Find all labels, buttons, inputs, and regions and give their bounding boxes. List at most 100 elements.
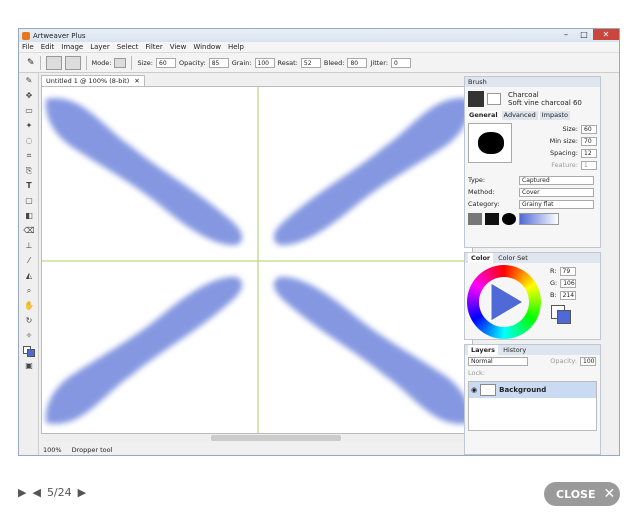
stroke-bottom-right — [273, 276, 471, 424]
brush-spacing-input[interactable]: 12 — [581, 148, 597, 158]
method-select[interactable]: Cover — [519, 187, 594, 197]
color-swatch-icon[interactable] — [22, 345, 36, 357]
gradient-preview[interactable] — [519, 213, 559, 225]
category-label: Category: — [468, 200, 500, 208]
resat-input[interactable]: 52 — [300, 57, 321, 68]
menu-image[interactable]: Image — [61, 43, 83, 51]
shape-tool-icon[interactable]: ▢ — [22, 195, 36, 207]
slideshow-nav: ▶ ◀ 5/24 ▶ — [18, 486, 86, 499]
document-tab[interactable]: Untitled 1 @ 100% (8-bit) ✕ — [41, 75, 145, 86]
nozzle-icon[interactable] — [502, 213, 516, 225]
brush-preview-icon[interactable] — [468, 91, 484, 107]
eye-icon[interactable]: ◉ — [471, 386, 477, 394]
bucket-tool-icon[interactable]: ◭ — [22, 270, 36, 282]
layer-opacity-input[interactable]: 100 — [580, 356, 596, 366]
r-input[interactable]: 79 — [559, 266, 576, 276]
brush-minsize-input[interactable]: 70 — [581, 136, 597, 146]
tab-layers[interactable]: Layers — [468, 345, 499, 355]
gradient-tool-icon[interactable]: ◧ — [22, 210, 36, 222]
layer-name: Background — [499, 386, 547, 394]
menu-file[interactable]: File — [22, 43, 34, 51]
tab-impasto[interactable]: Impasto — [539, 111, 570, 120]
clone-tool-icon[interactable]: ⎘ — [22, 165, 36, 177]
horizontal-scrollbar[interactable] — [41, 434, 473, 442]
size-label: Size: — [562, 125, 578, 133]
close-tab-icon[interactable]: ✕ — [134, 77, 139, 85]
menu-bar: File Edit Image Layer Select Filter View… — [19, 42, 619, 53]
menu-window[interactable]: Window — [193, 43, 221, 51]
pattern-icon[interactable] — [485, 213, 499, 225]
lasso-tool-icon[interactable]: ◌ — [22, 135, 36, 147]
tab-general[interactable]: General — [467, 111, 500, 120]
grain-input[interactable]: 100 — [254, 57, 275, 68]
type-select[interactable]: Captured — [519, 175, 594, 185]
crop-tool-icon[interactable]: ⌗ — [22, 150, 36, 162]
dropper-tool-icon[interactable]: ⁄ — [22, 255, 36, 267]
layer-thumbnail — [480, 384, 497, 396]
menu-select[interactable]: Select — [117, 43, 139, 51]
brush-tool-icon[interactable]: ✎ — [27, 58, 35, 68]
r-label: R: — [550, 267, 557, 275]
canvas-drawing — [42, 87, 472, 433]
jitter-input[interactable]: 0 — [391, 57, 412, 68]
play-icon[interactable]: ▶ — [18, 486, 26, 499]
close-label: CLOSE — [556, 487, 596, 501]
size-label: Size: — [137, 58, 153, 67]
menu-view[interactable]: View — [170, 43, 187, 51]
magic-wand-tool-icon[interactable]: ✦ — [22, 120, 36, 132]
brush-feature-input[interactable]: 1 — [581, 160, 597, 170]
mask-mode-icon[interactable]: ▣ — [22, 360, 36, 372]
zoom-tool-icon[interactable]: ⌕ — [22, 285, 36, 297]
brush-dab-icon[interactable] — [487, 93, 501, 105]
rect-select-tool-icon[interactable]: ▭ — [22, 105, 36, 117]
color-wheel[interactable] — [467, 265, 541, 339]
menu-layer[interactable]: Layer — [90, 43, 110, 51]
stamp-tool-icon[interactable]: ⊥ — [22, 240, 36, 252]
size-input[interactable]: 60 — [156, 57, 176, 68]
slide-counter: 5/24 — [46, 486, 72, 499]
mode-button[interactable] — [114, 57, 127, 68]
brush-shape-button[interactable] — [64, 55, 81, 70]
blend-mode-select[interactable]: Normal — [468, 356, 528, 366]
layer-row[interactable]: ◉ Background — [469, 382, 596, 398]
tab-color-set[interactable]: Color Set — [495, 253, 531, 263]
rotate-tool-icon[interactable]: ↻ — [22, 315, 36, 327]
next-icon[interactable]: ▶ — [78, 486, 86, 499]
transform-tool-icon[interactable]: ✧ — [22, 330, 36, 342]
text-tool-icon[interactable]: T — [22, 180, 36, 192]
method-label: Method: — [468, 188, 495, 196]
close-button[interactable]: CLOSE ✕ — [544, 482, 620, 506]
brush-size-input[interactable]: 60 — [581, 124, 597, 134]
g-input[interactable]: 106 — [560, 278, 577, 288]
menu-edit[interactable]: Edit — [41, 43, 55, 51]
paper-texture-icon[interactable] — [468, 213, 482, 225]
menu-filter[interactable]: Filter — [145, 43, 162, 51]
opacity-input[interactable]: 85 — [208, 57, 229, 68]
feature-label: Feature: — [551, 161, 578, 169]
stroke-top-left — [45, 98, 243, 246]
foreground-color-swatch[interactable] — [557, 310, 571, 324]
grain-label: Grain: — [231, 58, 252, 67]
b-input[interactable]: 214 — [559, 290, 576, 300]
prev-icon[interactable]: ◀ — [32, 486, 40, 499]
hand-tool-icon[interactable]: ✋ — [22, 300, 36, 312]
menu-help[interactable]: Help — [228, 43, 244, 51]
color-panel: Color Color Set R: 79 G: 106 B: 214 — [464, 252, 601, 340]
minimize-icon[interactable]: – — [557, 29, 575, 40]
tab-color[interactable]: Color — [468, 253, 494, 263]
scroll-thumb[interactable] — [211, 435, 341, 441]
brush-preset-button[interactable] — [45, 55, 62, 70]
tab-history[interactable]: History — [500, 345, 529, 355]
category-select[interactable]: Grainy flat — [519, 199, 594, 209]
bleed-input[interactable]: 80 — [347, 57, 368, 68]
tab-advanced[interactable]: Advanced — [501, 111, 538, 120]
canvas[interactable] — [41, 86, 473, 434]
maximize-icon[interactable]: □ — [575, 29, 593, 40]
brush-tool-icon[interactable]: ✎ — [22, 75, 36, 87]
move-tool-icon[interactable]: ✥ — [22, 90, 36, 102]
eraser-tool-icon[interactable]: ⌫ — [22, 225, 36, 237]
layer-opacity-label: Opacity: — [550, 357, 577, 365]
status-bar: 100% Dropper tool — [41, 445, 473, 455]
zoom-level: 100% — [43, 446, 62, 454]
close-window-icon[interactable]: ✕ — [593, 29, 619, 40]
